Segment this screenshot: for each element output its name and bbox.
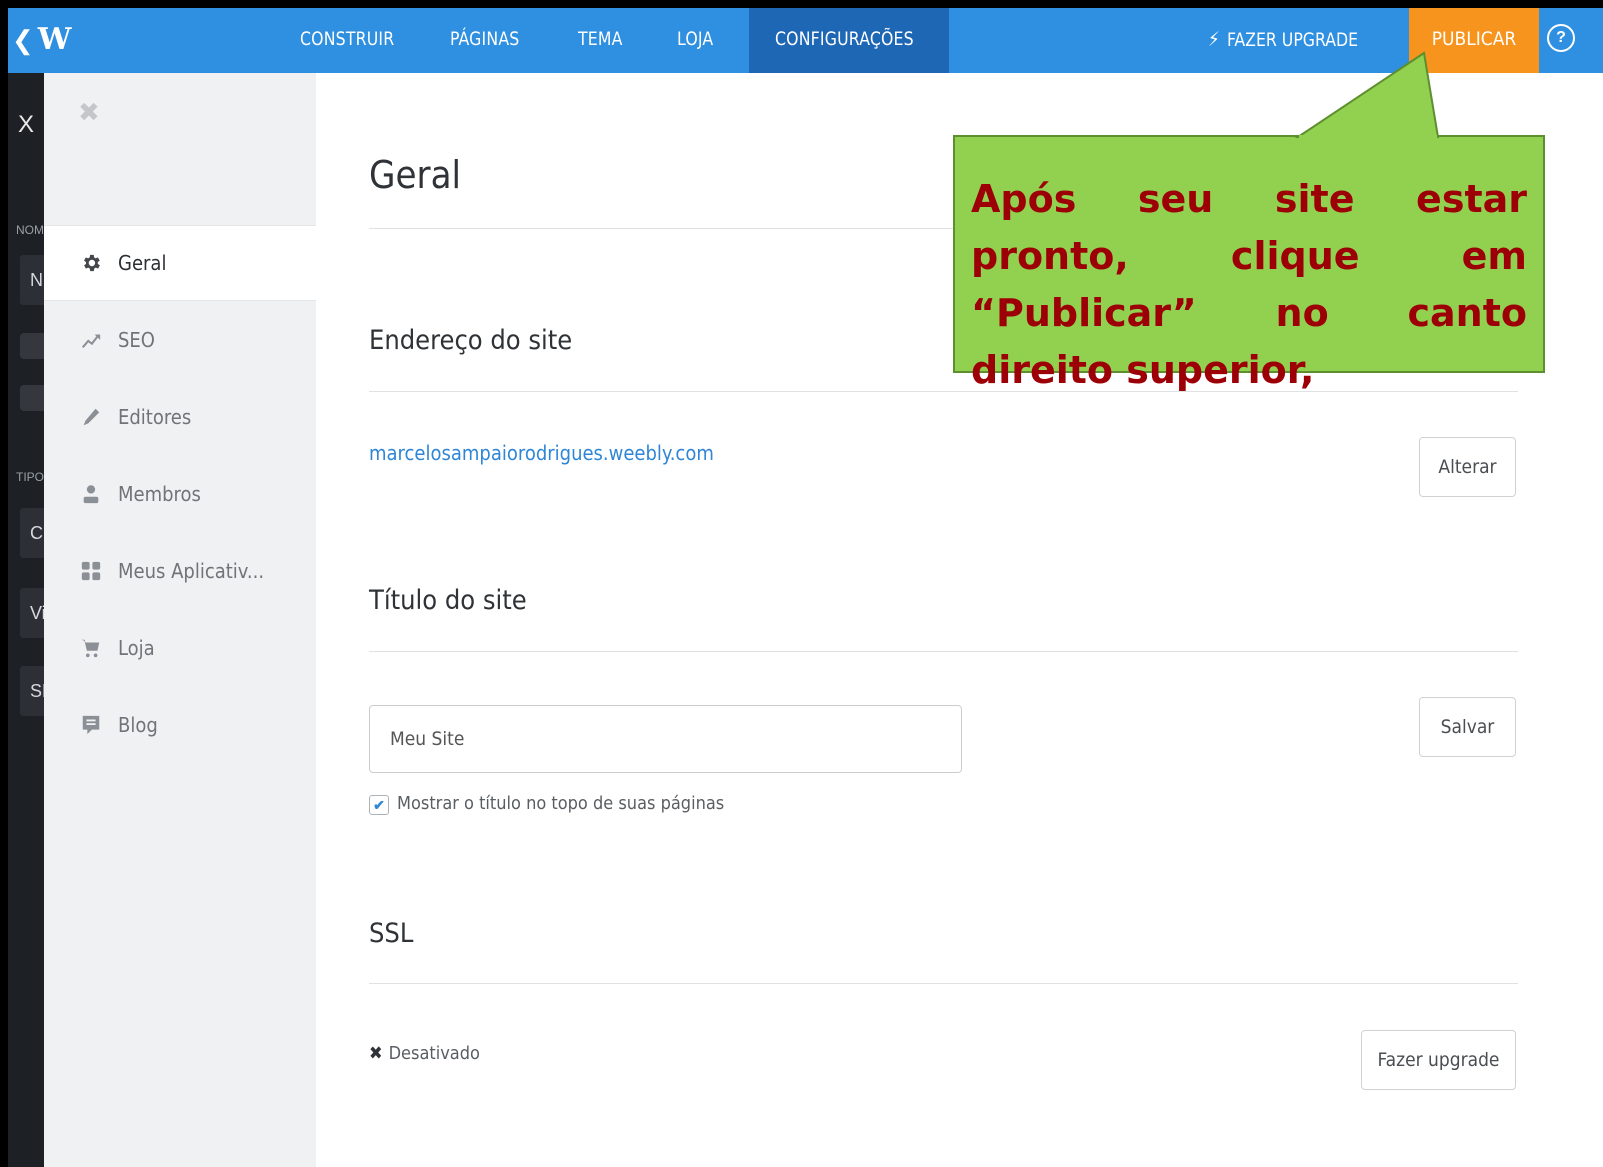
tab-configuracoes[interactable]: CONFIGURAÇÕES bbox=[775, 8, 914, 73]
chevron-left-icon: ❮ bbox=[12, 25, 34, 55]
settings-sidebar: ✖ Geral SEO Editores Membros Meus Aplica… bbox=[44, 73, 317, 1167]
close-icon: ✖ bbox=[369, 1043, 383, 1064]
tab-loja[interactable]: LOJA bbox=[677, 8, 713, 73]
sidebar-item-label: Loja bbox=[118, 636, 155, 660]
ssl-status-label: Desativado bbox=[388, 1043, 480, 1064]
lightning-icon: ⚡︎ bbox=[1208, 27, 1220, 51]
panel-field-name[interactable]: N bbox=[20, 255, 44, 305]
sidebar-item-geral[interactable]: Geral bbox=[44, 225, 316, 301]
trend-icon bbox=[74, 329, 108, 351]
panel-field[interactable]: SE bbox=[20, 666, 44, 716]
sidebar-item-meus-aplicativos[interactable]: Meus Aplicativ... bbox=[44, 533, 316, 609]
pencil-icon bbox=[74, 406, 108, 428]
sidebar-item-label: Membros bbox=[118, 482, 201, 506]
weebly-logo: W bbox=[37, 22, 72, 57]
ssl-status: ✖ Desativado bbox=[369, 1043, 480, 1064]
panel-toggle[interactable] bbox=[20, 385, 44, 411]
sidebar-item-label: Meus Aplicativ... bbox=[118, 559, 265, 583]
section-heading-address: Endereço do site bbox=[369, 325, 573, 356]
panel-field-type[interactable]: C bbox=[20, 508, 44, 558]
section-heading-ssl: SSL bbox=[369, 918, 414, 949]
sidebar-item-label: Geral bbox=[118, 251, 167, 275]
cart-icon bbox=[74, 637, 108, 659]
sidebar-item-label: Blog bbox=[118, 713, 158, 737]
callout-text: Após seu site estar pronto, clique em “P… bbox=[971, 177, 1527, 392]
tab-paginas[interactable]: PÁGINAS bbox=[450, 8, 519, 73]
panel-close-button[interactable]: X bbox=[18, 111, 34, 139]
panel-label-type: TIPO bbox=[16, 470, 44, 484]
save-title-button[interactable]: Salvar bbox=[1419, 697, 1516, 757]
sidebar-item-label: SEO bbox=[118, 328, 155, 352]
sidebar-item-loja[interactable]: Loja bbox=[44, 610, 316, 686]
callout-pointer bbox=[1294, 51, 1440, 139]
sidebar-item-seo[interactable]: SEO bbox=[44, 302, 316, 378]
site-url-link[interactable]: marcelosampaiorodrigues.weebly.com bbox=[369, 441, 714, 465]
upgrade-label: FAZER UPGRADE bbox=[1226, 29, 1359, 51]
panel-label-name: NOM bbox=[16, 223, 44, 237]
editor-side-panel: X NOM N TIPO C Vi SE bbox=[8, 73, 44, 1167]
user-icon bbox=[74, 483, 108, 505]
help-icon[interactable]: ? bbox=[1547, 24, 1575, 52]
sidebar-item-membros[interactable]: Membros bbox=[44, 456, 316, 532]
close-settings-icon[interactable]: ✖ bbox=[78, 97, 100, 128]
ssl-upgrade-button[interactable]: Fazer upgrade bbox=[1361, 1030, 1516, 1090]
section-heading-site-title: Título do site bbox=[369, 585, 527, 616]
tab-tema[interactable]: TEMA bbox=[578, 8, 623, 73]
comment-icon bbox=[74, 714, 108, 736]
panel-toggle[interactable] bbox=[20, 333, 44, 359]
tab-construir[interactable]: CONSTRUIR bbox=[300, 8, 394, 73]
site-title-input[interactable]: Meu Site bbox=[369, 705, 962, 773]
gear-icon bbox=[74, 252, 108, 274]
divider bbox=[369, 983, 1518, 984]
show-title-checkbox[interactable]: ✔ bbox=[369, 795, 389, 815]
page-title: Geral bbox=[369, 153, 462, 197]
apps-icon bbox=[74, 560, 108, 582]
app-window: ❮ W CONSTRUIR PÁGINAS TEMA LOJA CONFIGUR… bbox=[8, 8, 1603, 1167]
panel-field[interactable]: Vi bbox=[20, 588, 44, 638]
sidebar-item-editores[interactable]: Editores bbox=[44, 379, 316, 455]
back-to-dashboard-button[interactable]: ❮ W bbox=[12, 20, 72, 60]
change-address-button[interactable]: Alterar bbox=[1419, 437, 1516, 497]
show-title-checkbox-label: Mostrar o título no topo de suas páginas bbox=[397, 793, 725, 814]
sidebar-item-blog[interactable]: Blog bbox=[44, 687, 316, 763]
sidebar-item-label: Editores bbox=[118, 405, 192, 429]
divider bbox=[369, 651, 1518, 652]
